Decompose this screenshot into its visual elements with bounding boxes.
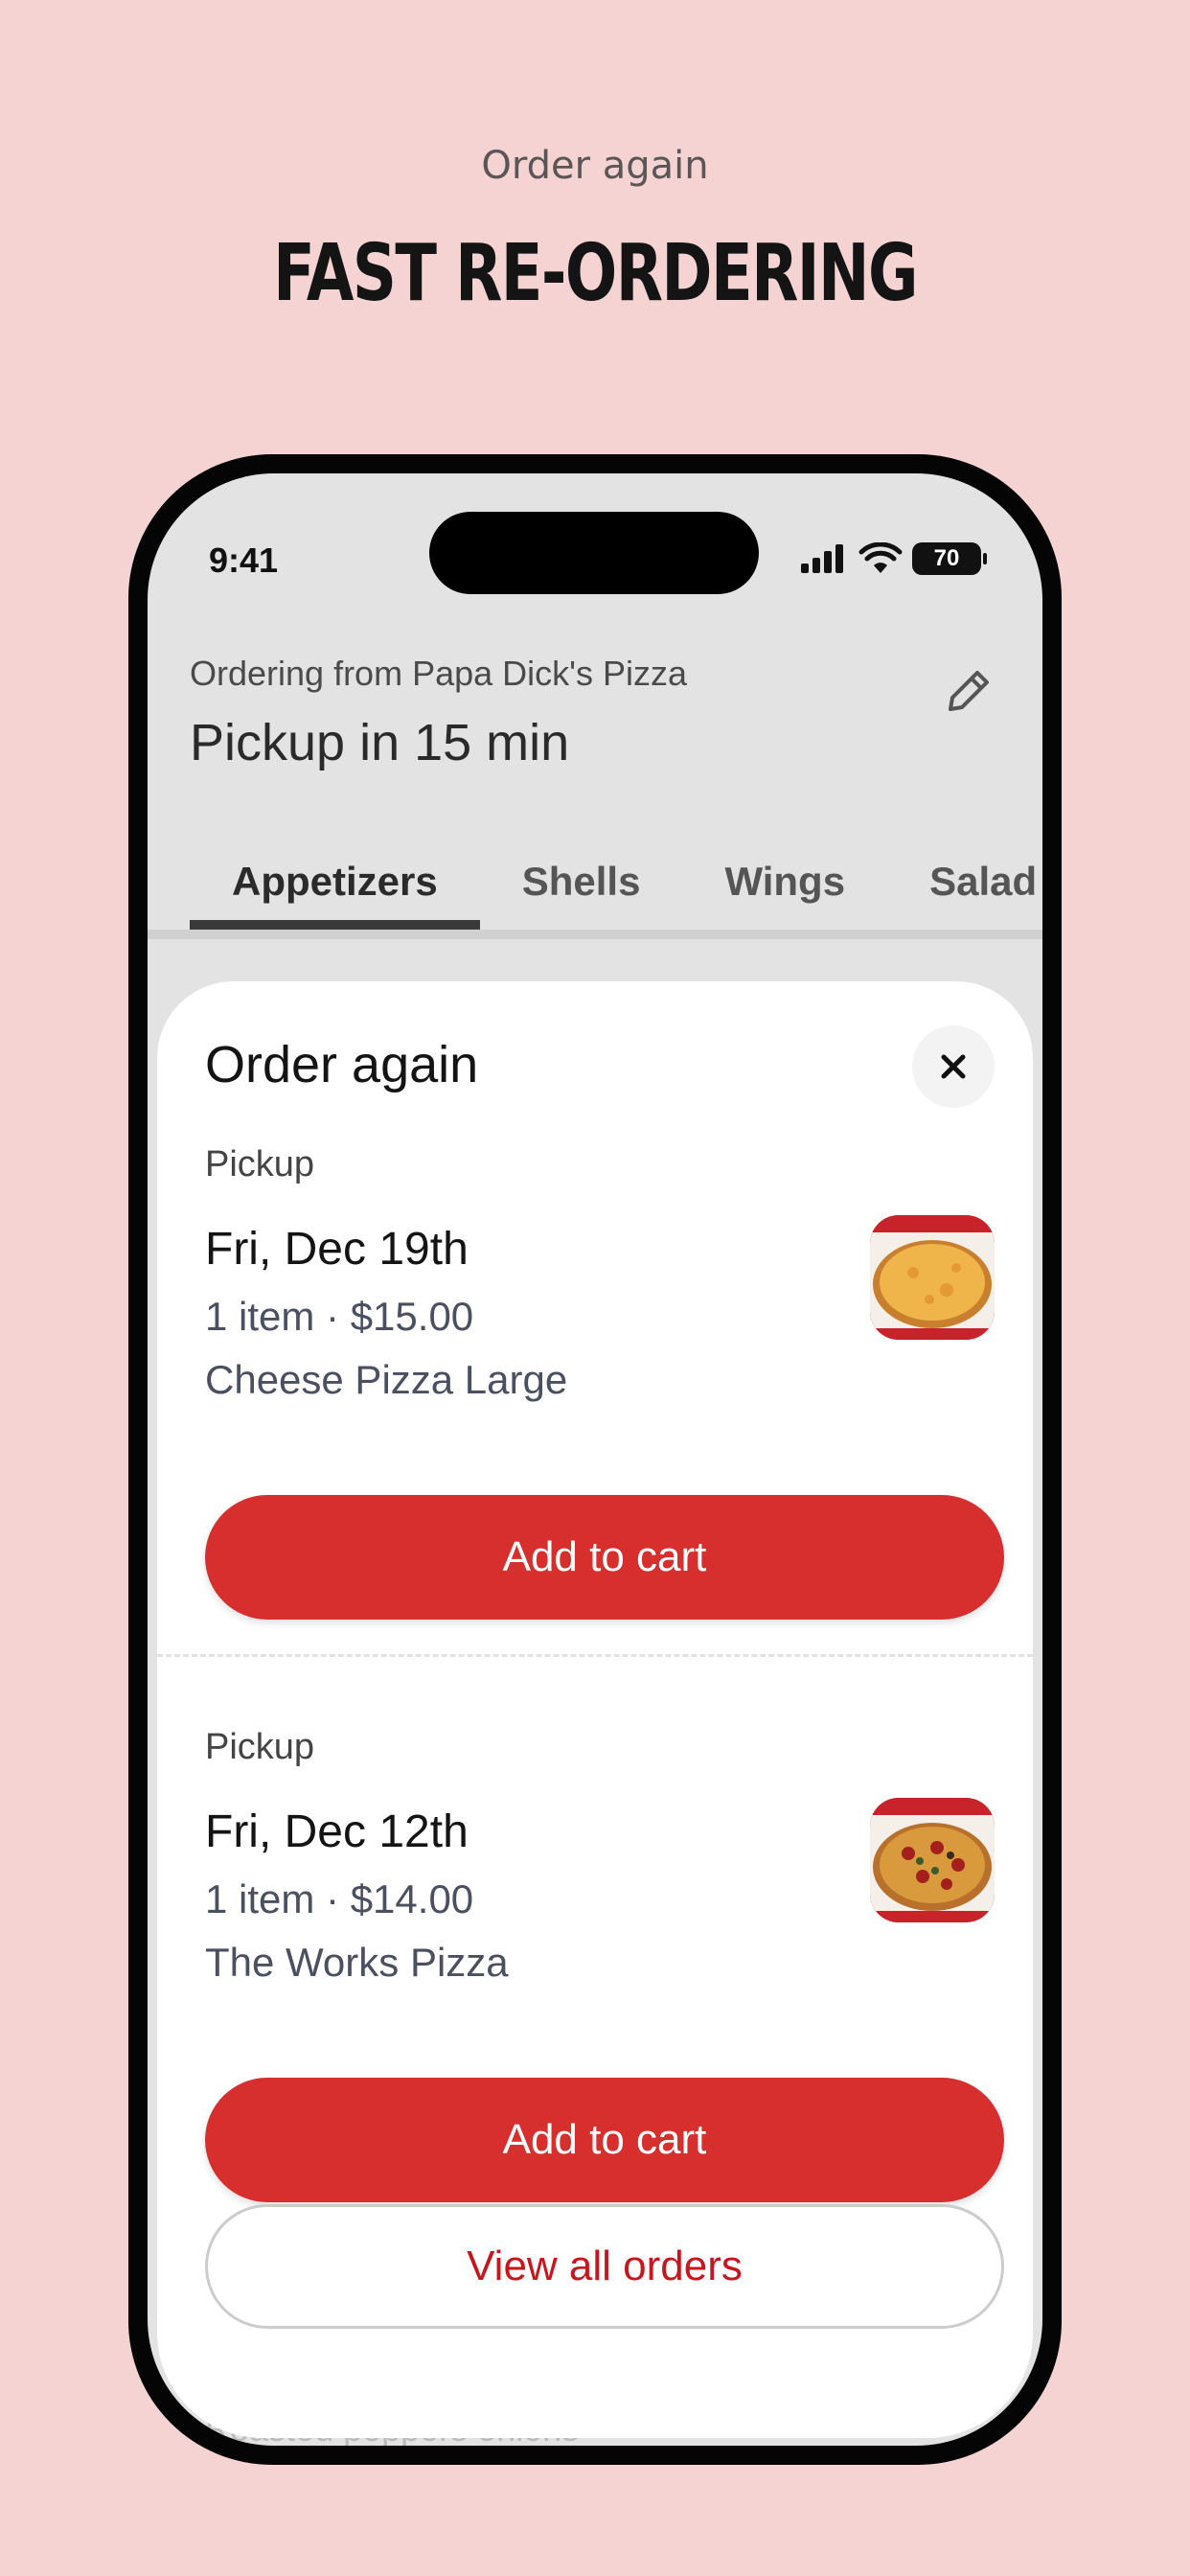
order-type: Pickup [205,1144,315,1184]
order-item-name: The Works Pizza [205,1940,509,1985]
battery-icon: 70 [912,542,987,575]
order-card: Pickup Fri, Dec 12th 1 item · $14.00 The… [157,1727,1033,2264]
tab-salad[interactable]: Salad [887,824,1042,930]
signal-icon [801,544,843,573]
promo-subtitle: Order again [481,144,709,188]
status-icons: 70 [799,542,987,575]
dynamic-island [429,512,759,594]
order-type: Pickup [205,1727,315,1767]
cheese-pizza-image [870,1215,995,1340]
order-card: Pickup Fri, Dec 19th 1 item · $15.00 Che… [157,1144,1033,1681]
tab-wings[interactable]: Wings [682,824,887,930]
edit-order-button[interactable] [929,654,1006,730]
sheet-title: Order again [205,1036,479,1093]
wifi-icon [858,542,903,573]
phone-screen: 9:41 70 Ordering from Papa Dick's Pizza … [148,473,1042,2446]
close-icon [941,1054,966,1079]
tab-appetizers[interactable]: Appetizers [190,824,480,930]
close-button[interactable] [912,1025,995,1108]
add-to-cart-button[interactable]: Add to cart [205,1495,1004,1620]
order-item-name: Cheese Pizza Large [205,1357,568,1402]
order-date: Fri, Dec 12th [205,1806,469,1857]
order-divider [157,1654,1033,1657]
ordering-from-label: Ordering from Papa Dick's Pizza [190,654,688,693]
view-all-orders-button[interactable]: View all orders [205,2204,1004,2329]
tabs-divider [148,930,1042,939]
status-bar: 9:41 70 [148,473,1042,627]
pickup-eta: Pickup in 15 min [190,714,570,771]
pencil-icon [949,671,989,711]
order-date: Fri, Dec 19th [205,1224,469,1275]
status-time: 9:41 [209,540,279,580]
promo-title: FAST RE-ORDERING [273,228,918,319]
category-tabs: Appetizers Shells Wings Salad [190,824,1042,930]
works-pizza-image [870,1798,995,1922]
add-to-cart-button[interactable]: Add to cart [205,2078,1004,2202]
phone-frame: 9:41 70 Ordering from Papa Dick's Pizza … [128,454,1062,2465]
order-summary: 1 item · $15.00 [205,1294,474,1339]
tab-shells[interactable]: Shells [480,824,683,930]
order-summary: 1 item · $14.00 [205,1876,474,1921]
order-again-sheet: Order again Pickup Fri, Dec 19th 1 item … [157,981,1033,2438]
